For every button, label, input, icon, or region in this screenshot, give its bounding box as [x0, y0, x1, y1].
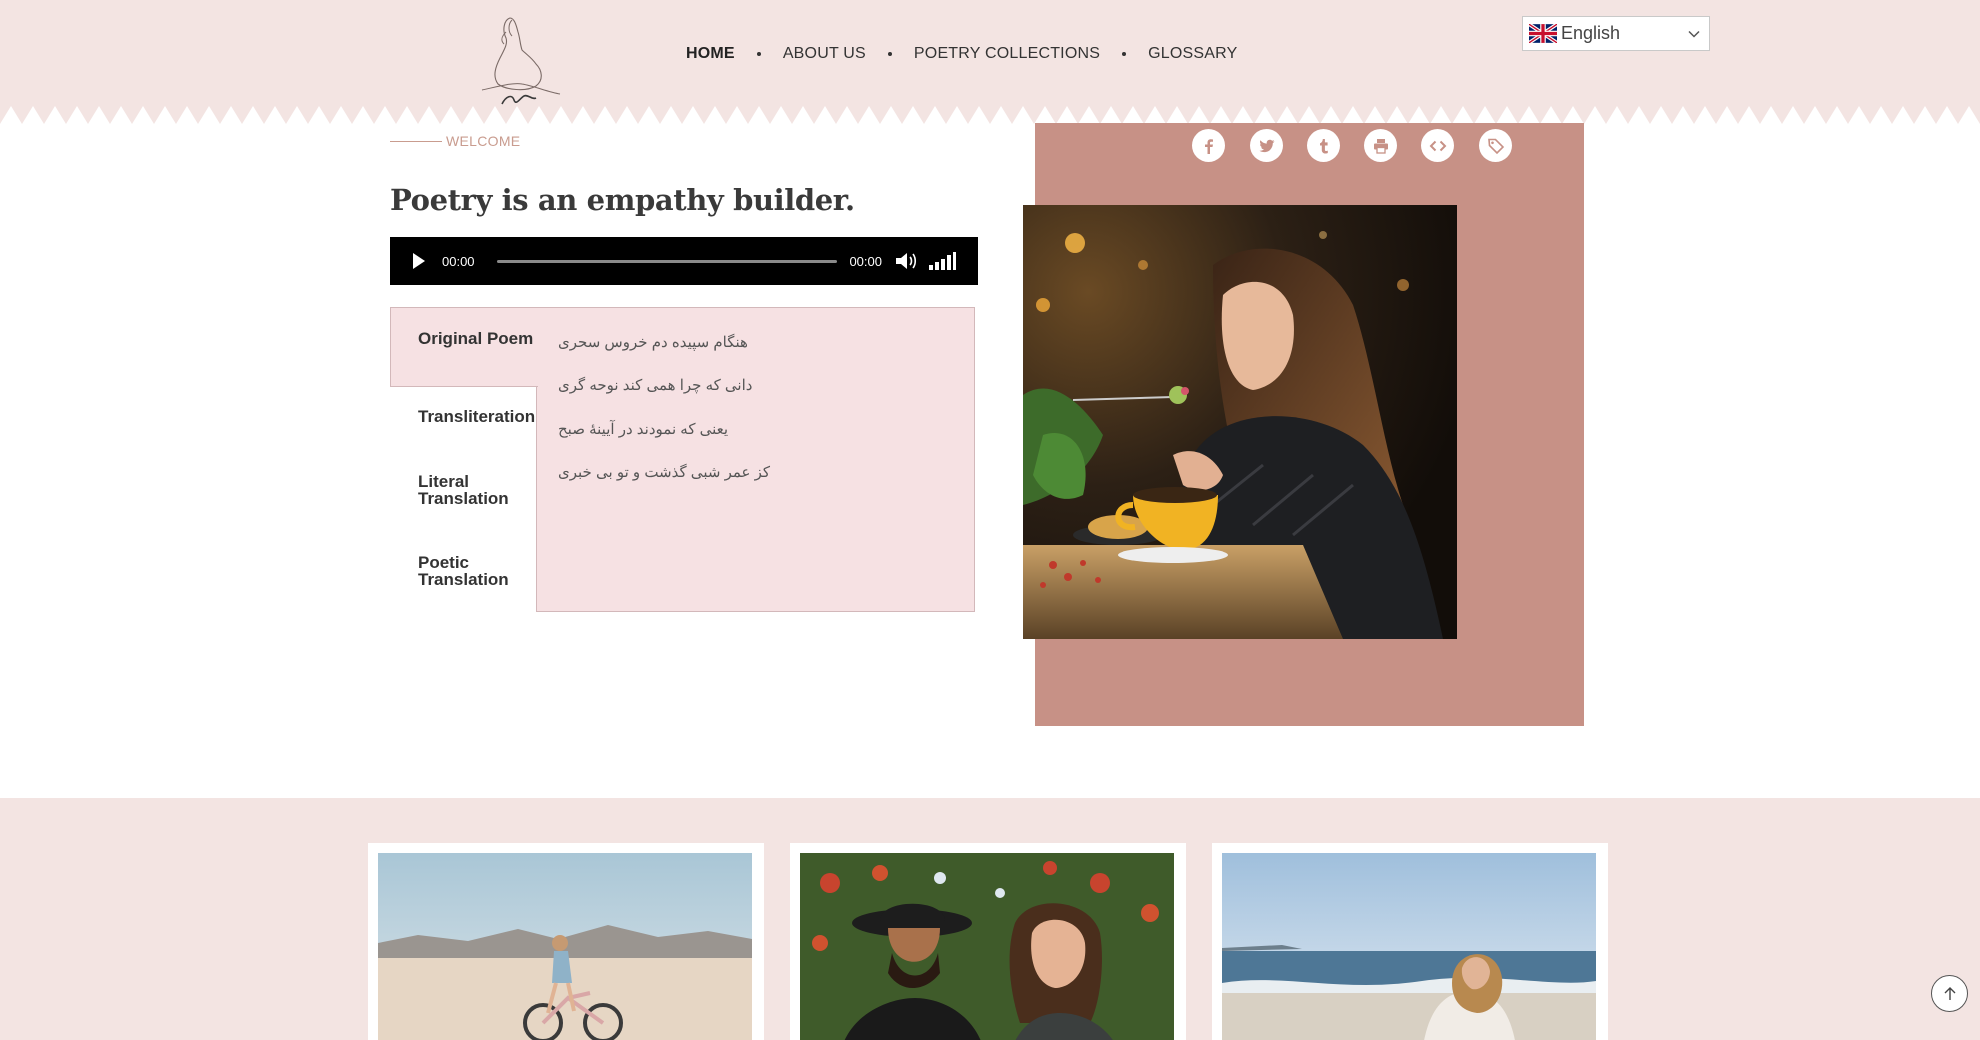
- poet-logo[interactable]: [462, 10, 582, 110]
- facebook-icon: [1204, 138, 1213, 154]
- scroll-to-top-button[interactable]: [1931, 975, 1968, 1012]
- embed-button[interactable]: [1421, 129, 1454, 162]
- header-zigzag-border: [0, 100, 1980, 124]
- tab-literal-translation[interactable]: Literal Translation: [390, 473, 538, 507]
- poem-tabs: Original Poem Transliteration Literal Tr…: [390, 307, 975, 612]
- chevron-down-icon: [1688, 30, 1700, 38]
- poem-tab-panel: [536, 307, 975, 612]
- page-headline: Poetry is an empathy builder.: [390, 183, 855, 217]
- gallery-card[interactable]: [1212, 843, 1608, 1040]
- play-icon[interactable]: [412, 252, 426, 270]
- main-nav: HOME ABOUT US POETRY COLLECTIONS GLOSSAR…: [686, 40, 1237, 68]
- language-selected: English: [1561, 23, 1621, 43]
- audio-progress-bar[interactable]: [496, 259, 838, 263]
- welcome-label: WELCOME: [390, 133, 520, 149]
- facebook-share-button[interactable]: [1192, 129, 1225, 162]
- audio-duration: 00:00: [849, 253, 882, 269]
- welcome-line: [390, 140, 442, 142]
- audio-player: 00:00 00:00: [390, 237, 978, 285]
- language-select[interactable]: English: [1522, 16, 1710, 51]
- poem-line: هنگام سپیده دم خروس سحری: [558, 334, 748, 351]
- arrow-up-icon: [1944, 986, 1955, 1000]
- tab-original-poem[interactable]: Original Poem: [390, 307, 538, 387]
- uk-flag-icon: [1529, 24, 1557, 43]
- tab-label: Poetic Translation: [418, 553, 509, 589]
- tab-label: Transliteration: [418, 407, 536, 426]
- audio-current-time: 00:00: [442, 253, 475, 269]
- embed-icon: [1429, 140, 1446, 151]
- nav-poetry-collections[interactable]: POETRY COLLECTIONS: [914, 45, 1100, 63]
- poem-line: کز عمر شبی گذشت و تو بی خبری: [558, 464, 771, 481]
- twitter-share-button[interactable]: [1250, 129, 1283, 162]
- print-icon: [1373, 138, 1388, 154]
- gallery-card[interactable]: [790, 843, 1186, 1040]
- volume-icon[interactable]: [894, 250, 918, 272]
- desert-bike-photo: [378, 853, 752, 1040]
- tumblr-share-button[interactable]: [1307, 129, 1340, 162]
- poem-line: دانی که چرا همی کند نوحه گری: [558, 377, 753, 394]
- volume-level-icon[interactable]: [928, 251, 956, 271]
- tumblr-icon: [1319, 138, 1328, 153]
- couple-laughing-photo: [800, 853, 1174, 1040]
- beach-woman-photo: [1222, 853, 1596, 1040]
- twitter-icon: [1259, 139, 1274, 152]
- tab-poetic-translation[interactable]: Poetic Translation: [390, 554, 538, 588]
- poem-line: یعنی که نمودند در آیینهٔ صبح: [558, 421, 729, 438]
- nav-separator: [887, 52, 892, 56]
- nav-home[interactable]: HOME: [686, 45, 735, 63]
- tab-transliteration[interactable]: Transliteration: [390, 408, 538, 425]
- nav-about-us[interactable]: ABOUT US: [783, 45, 866, 63]
- nav-glossary[interactable]: GLOSSARY: [1148, 45, 1237, 63]
- print-button[interactable]: [1364, 129, 1397, 162]
- nav-separator: [756, 52, 761, 56]
- site-header: HOME ABOUT US POETRY COLLECTIONS GLOSSAR…: [0, 0, 1980, 124]
- tag-icon: [1487, 138, 1504, 154]
- tab-label: Literal Translation: [418, 472, 509, 508]
- tab-label: Original Poem: [418, 329, 534, 348]
- gallery-card[interactable]: [368, 843, 764, 1040]
- welcome-text: WELCOME: [446, 133, 521, 149]
- cafe-woman-photo: [1023, 205, 1457, 639]
- nav-separator: [1122, 52, 1127, 56]
- tag-button[interactable]: [1479, 129, 1512, 162]
